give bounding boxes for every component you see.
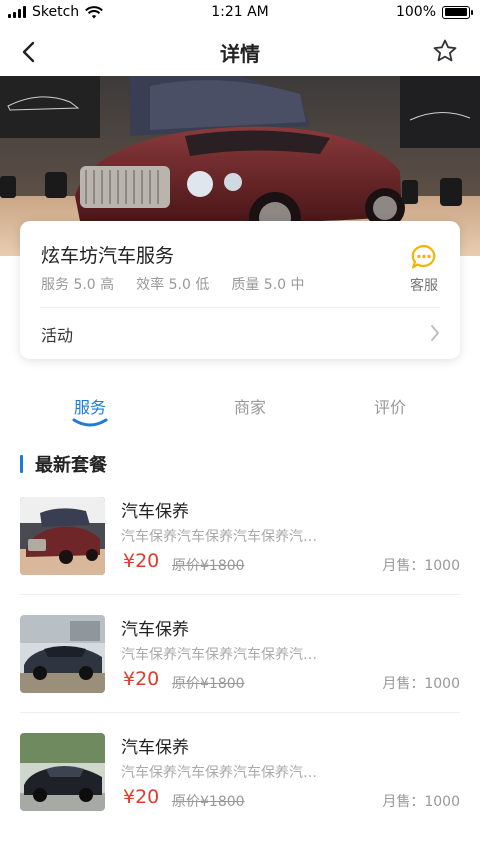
package-thumbnail <box>20 733 105 811</box>
package-price: ¥20 <box>123 668 160 690</box>
package-price: ¥20 <box>123 550 160 572</box>
shop-ratings: 服务 5.0 高 效率 5.0 低 质量 5.0 中 <box>41 274 305 294</box>
rating-quality: 质量 5.0 中 <box>231 277 305 293</box>
activity-label[interactable]: 活动 <box>41 322 73 346</box>
battery-fill <box>444 8 467 16</box>
package-price: ¥20 <box>123 786 160 808</box>
package-item[interactable]: 汽车保养 汽车保养汽车保养汽车保养汽车保养 ¥20 原价¥1800 月售：100… <box>0 730 480 848</box>
package-original-price: 原价¥1800 <box>172 794 245 810</box>
tab-indicator <box>72 418 108 427</box>
battery-label: 100% <box>395 4 436 20</box>
section-header: 最新套餐 <box>20 452 107 476</box>
package-name: 汽车保养 <box>121 502 189 522</box>
package-thumbnail <box>20 615 105 693</box>
nav-bar: 详情 <box>0 26 480 76</box>
package-monthly-sales: 月售：1000 <box>382 676 460 692</box>
status-bar: Sketch 1:21 AM 100% <box>0 0 480 26</box>
package-item[interactable]: 汽车保养 汽车保养汽车保养汽车保养汽车保养 ¥20 原价¥1800 月售：100… <box>0 612 480 730</box>
package-description: 汽车保养汽车保养汽车保养汽车保养 <box>121 529 321 545</box>
package-monthly-sales: 月售：1000 <box>382 558 460 574</box>
package-original-price: 原价¥1800 <box>172 676 245 692</box>
tab-bar: 服务 商家 评价 <box>0 390 480 430</box>
rating-efficiency: 效率 5.0 低 <box>136 277 210 293</box>
tab-merchant[interactable]: 商家 <box>234 394 266 418</box>
package-monthly-sales: 月售：1000 <box>382 794 460 810</box>
section-accent-bar <box>20 455 23 473</box>
section-title: 最新套餐 <box>35 455 107 476</box>
rating-service: 服务 5.0 高 <box>41 277 115 293</box>
package-original-price: 原价¥1800 <box>172 558 245 574</box>
package-name: 汽车保养 <box>121 738 189 758</box>
tab-service[interactable]: 服务 <box>74 394 106 418</box>
chevron-right-icon[interactable] <box>430 324 440 342</box>
list-divider <box>20 712 460 713</box>
package-thumbnail <box>20 497 105 575</box>
customer-service-button[interactable]: 客服 <box>408 243 440 295</box>
shop-name: 炫车坊汽车服务 <box>41 245 175 267</box>
tab-reviews[interactable]: 评价 <box>374 394 406 418</box>
shop-info-card: 炫车坊汽车服务 服务 5.0 高 效率 5.0 低 质量 5.0 中 客服 活动 <box>20 221 460 359</box>
package-description: 汽车保养汽车保养汽车保养汽车保养 <box>121 765 321 781</box>
package-list: 汽车保养 汽车保养汽车保养汽车保养汽车保养 ¥20 原价¥1800 月售：100… <box>0 494 480 848</box>
package-item[interactable]: 汽车保养 汽车保养汽车保养汽车保养汽车保养 ¥20 原价¥1800 月售：100… <box>0 494 480 612</box>
favorite-button[interactable] <box>430 36 460 66</box>
package-name: 汽车保养 <box>121 620 189 640</box>
battery-icon <box>442 5 473 19</box>
customer-service-label: 客服 <box>410 278 438 294</box>
status-right: 100% <box>395 4 473 20</box>
page-title: 详情 <box>220 42 260 66</box>
star-icon <box>433 39 457 62</box>
card-divider <box>40 307 440 308</box>
chat-bubble-icon <box>411 244 436 269</box>
list-divider <box>20 594 460 595</box>
package-description: 汽车保养汽车保养汽车保养汽车保养 <box>121 647 321 663</box>
